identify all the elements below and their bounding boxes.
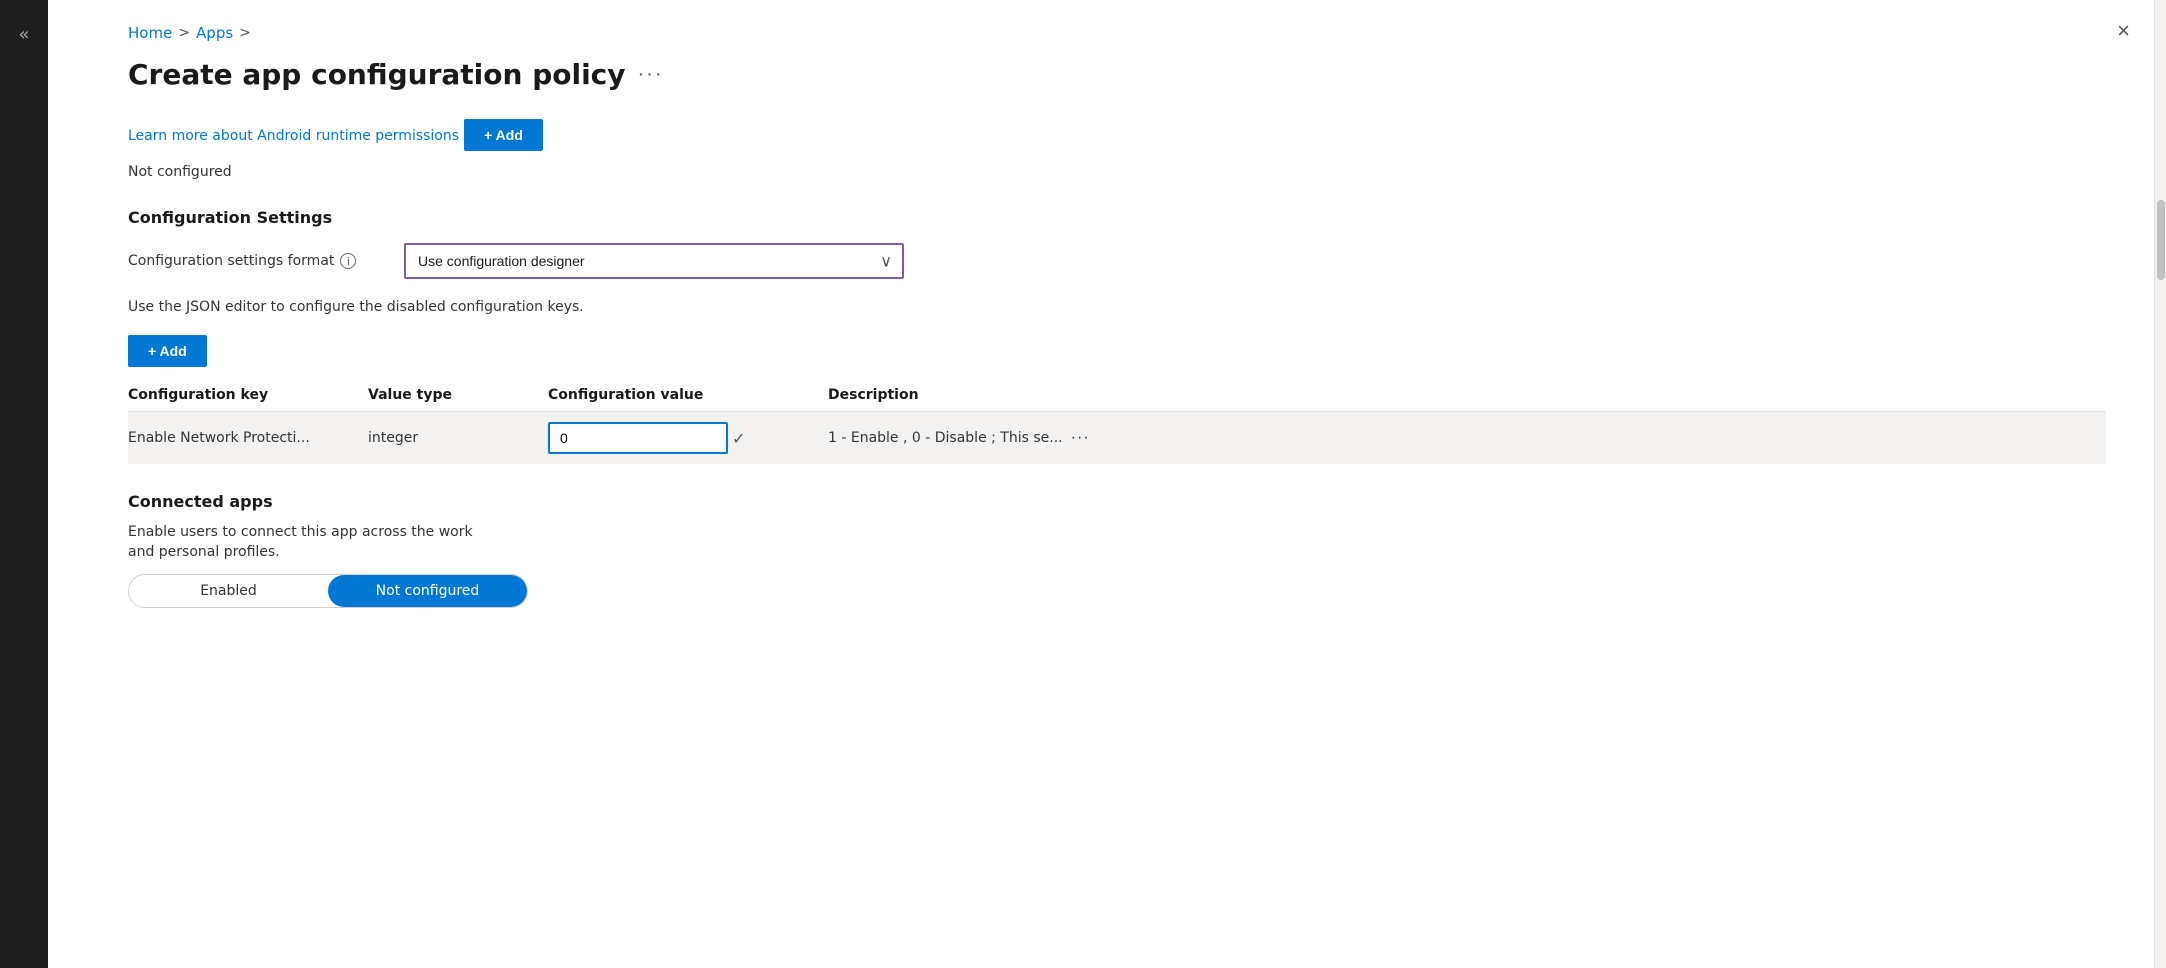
breadcrumb: Home > Apps > (128, 24, 2106, 42)
breadcrumb-home[interactable]: Home (128, 24, 172, 42)
col-key: Configuration key (128, 387, 368, 403)
scrollbar-thumb[interactable] (2157, 200, 2165, 280)
format-row: Configuration settings format i Use conf… (128, 243, 2106, 279)
table-header: Configuration key Value type Configurati… (128, 379, 2106, 412)
toggle-enabled[interactable]: Enabled (129, 575, 328, 607)
table-row: Enable Network Protecti... integer ✓ 1 -… (128, 412, 2106, 464)
more-options-button[interactable]: ··· (638, 63, 664, 86)
connected-apps-title: Connected apps (128, 492, 2106, 511)
row-type: integer (368, 430, 548, 446)
panel: Home > Apps > Create app configuration p… (48, 0, 2154, 968)
json-hint: Use the JSON editor to configure the dis… (128, 299, 2106, 315)
add-button-1[interactable]: + Add (464, 119, 543, 151)
config-table: Configuration key Value type Configurati… (128, 379, 2106, 464)
config-settings-title: Configuration Settings (128, 208, 2106, 227)
format-select[interactable]: Use configuration designer Enter JSON da… (404, 243, 904, 279)
row-description: 1 - Enable , 0 - Disable ; This se... (828, 430, 1063, 446)
col-type: Value type (368, 387, 548, 403)
breadcrumb-sep2: > (239, 25, 251, 41)
sidebar: « (0, 0, 48, 968)
check-icon[interactable]: ✓ (732, 429, 745, 448)
scrollbar[interactable] (2154, 0, 2166, 968)
main-content: Home > Apps > Create app configuration p… (48, 0, 2154, 968)
learn-link[interactable]: Learn more about Android runtime permiss… (128, 128, 459, 144)
col-desc: Description (828, 387, 2106, 403)
connected-apps-desc: Enable users to connect this app across … (128, 523, 488, 562)
not-configured-label: Not configured (128, 164, 2106, 180)
breadcrumb-sep1: > (178, 25, 190, 41)
toggle-not-configured[interactable]: Not configured (328, 575, 527, 607)
row-key: Enable Network Protecti... (128, 430, 368, 446)
row-value-cell: ✓ (548, 422, 828, 454)
format-info-icon[interactable]: i (340, 253, 356, 269)
page-title: Create app configuration policy (128, 58, 626, 91)
format-label: Configuration settings format i (128, 253, 388, 269)
format-select-wrapper: Use configuration designer Enter JSON da… (404, 243, 904, 279)
collapse-icon[interactable]: « (0, 16, 48, 53)
toggle-group[interactable]: Enabled Not configured (128, 574, 528, 608)
page-title-row: Create app configuration policy ··· (128, 58, 2106, 91)
row-description-cell: 1 - Enable , 0 - Disable ; This se... ··… (828, 429, 2106, 447)
close-button[interactable]: × (2117, 20, 2130, 42)
connected-apps-section: Connected apps Enable users to connect t… (128, 492, 2106, 608)
config-value-input[interactable] (548, 422, 728, 454)
breadcrumb-apps[interactable]: Apps (196, 24, 233, 42)
col-value: Configuration value (548, 387, 828, 403)
add-button-2[interactable]: + Add (128, 335, 207, 367)
row-ellipsis-button[interactable]: ··· (1071, 429, 1090, 447)
